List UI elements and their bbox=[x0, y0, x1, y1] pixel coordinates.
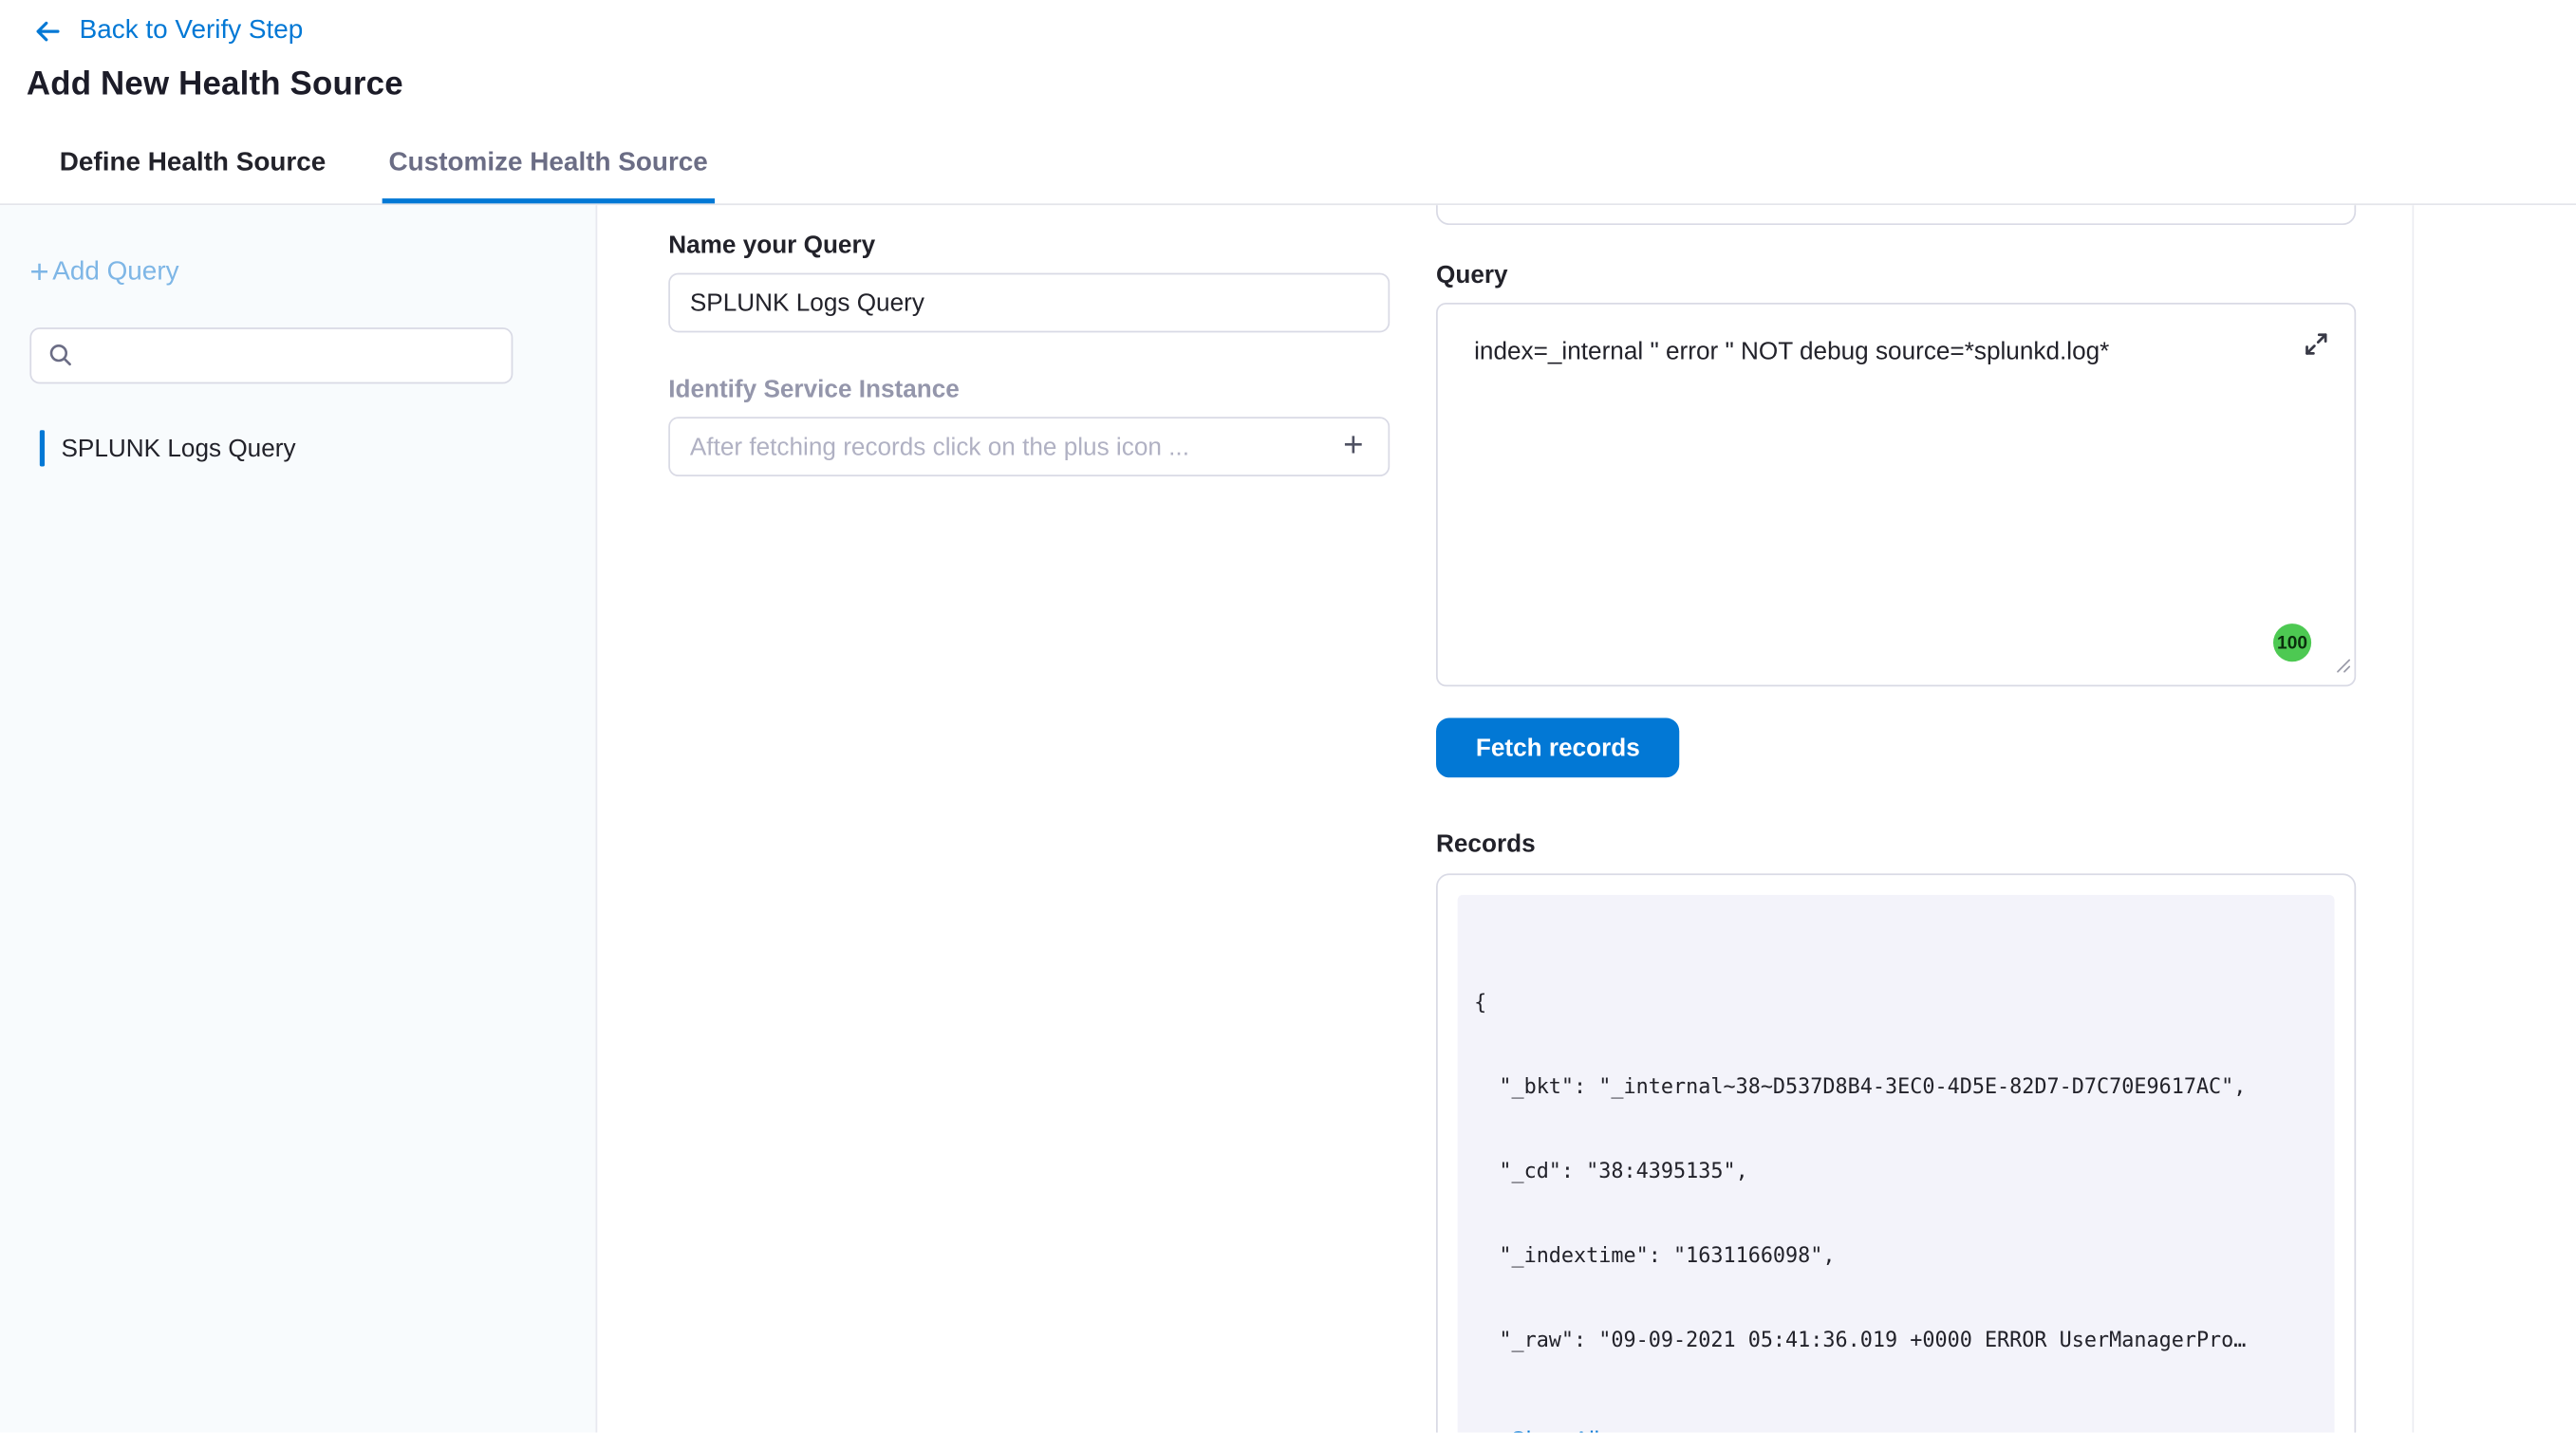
query-text[interactable]: index=_internal " error " NOT debug sour… bbox=[1474, 334, 2275, 369]
expand-query-button[interactable] bbox=[2298, 327, 2334, 363]
records-label: Records bbox=[1436, 830, 2356, 859]
add-service-instance-plus-button[interactable]: + bbox=[1334, 427, 1373, 467]
back-link[interactable]: Back to Verify Step bbox=[80, 16, 304, 46]
tab-define-health-source[interactable]: Define Health Source bbox=[53, 124, 332, 204]
search-input[interactable] bbox=[29, 327, 513, 383]
records-list: { "_bkt": "_internal~38~D537D8B4-3EC0-4D… bbox=[1436, 873, 2356, 1432]
app-window: Back to Verify Step Add New Health Sourc… bbox=[0, 0, 2576, 1433]
name-your-query-label: Name your Query bbox=[668, 232, 1390, 260]
query-config-panel: Query index=_internal " error " NOT debu… bbox=[1436, 205, 2412, 1432]
plus-icon: + bbox=[29, 260, 48, 287]
query-form-panel: Name your Query Identify Service Instanc… bbox=[597, 205, 1436, 1432]
record-line: "_indextime": "1631166098", bbox=[1474, 1240, 2318, 1269]
selected-indicator bbox=[40, 430, 45, 466]
screenshot-viewport: Back to Verify Step Add New Health Sourc… bbox=[0, 0, 2576, 1433]
back-arrow-icon[interactable] bbox=[33, 16, 63, 46]
record-json: { "_bkt": "_internal~38~D537D8B4-3EC0-4D… bbox=[1474, 931, 2318, 1409]
record-line: "_raw": "09-09-2021 05:41:36.019 +0000 E… bbox=[1474, 1325, 2318, 1353]
tab-customize-health-source[interactable]: Customize Health Source bbox=[383, 124, 715, 204]
query-item-label: SPLUNK Logs Query bbox=[61, 435, 295, 463]
tabs-bar: Define Health Source Customize Health So… bbox=[0, 124, 2576, 205]
record-line: "_bkt": "_internal~38~D537D8B4-3EC0-4D5E… bbox=[1474, 1072, 2318, 1101]
page-title: Add New Health Source bbox=[27, 66, 2549, 104]
double-chevron-down-icon bbox=[1481, 1428, 1503, 1432]
resize-grip-icon[interactable] bbox=[2335, 652, 2351, 681]
query-label: Query bbox=[1436, 261, 2356, 289]
service-instance-input[interactable] bbox=[668, 417, 1390, 476]
page-header: Back to Verify Step Add New Health Sourc… bbox=[0, 0, 2576, 124]
content-area: + Add Query SPLUNK Logs Query bbox=[0, 205, 2576, 1432]
record-line: { bbox=[1474, 988, 2318, 1016]
show-all-label: Show All bbox=[1510, 1426, 1599, 1433]
identify-service-instance-label: Identify Service Instance bbox=[668, 376, 1390, 404]
record-line: "_cd": "38:4395135", bbox=[1474, 1156, 2318, 1184]
clipped-input[interactable] bbox=[1436, 205, 2356, 225]
query-search bbox=[29, 327, 566, 383]
fetch-records-button[interactable]: Fetch records bbox=[1436, 718, 1680, 778]
record-card: { "_bkt": "_internal~38~D537D8B4-3EC0-4D… bbox=[1458, 895, 2335, 1433]
query-name-input[interactable] bbox=[668, 273, 1390, 333]
record-count-badge: 100 bbox=[2273, 623, 2311, 661]
show-all-link[interactable]: Show All bbox=[1474, 1426, 2318, 1433]
add-query-label: Add Query bbox=[52, 258, 178, 288]
back-row: Back to Verify Step bbox=[27, 11, 2549, 51]
query-sidebar: + Add Query SPLUNK Logs Query bbox=[0, 205, 597, 1432]
search-icon bbox=[48, 343, 73, 376]
query-editor[interactable]: index=_internal " error " NOT debug sour… bbox=[1436, 303, 2356, 686]
service-instance-field: + bbox=[668, 417, 1390, 476]
add-query-button[interactable]: + Add Query bbox=[29, 258, 566, 288]
sidebar-item-splunk-logs-query[interactable]: SPLUNK Logs Query bbox=[29, 427, 566, 470]
right-gutter bbox=[2412, 205, 2576, 1432]
